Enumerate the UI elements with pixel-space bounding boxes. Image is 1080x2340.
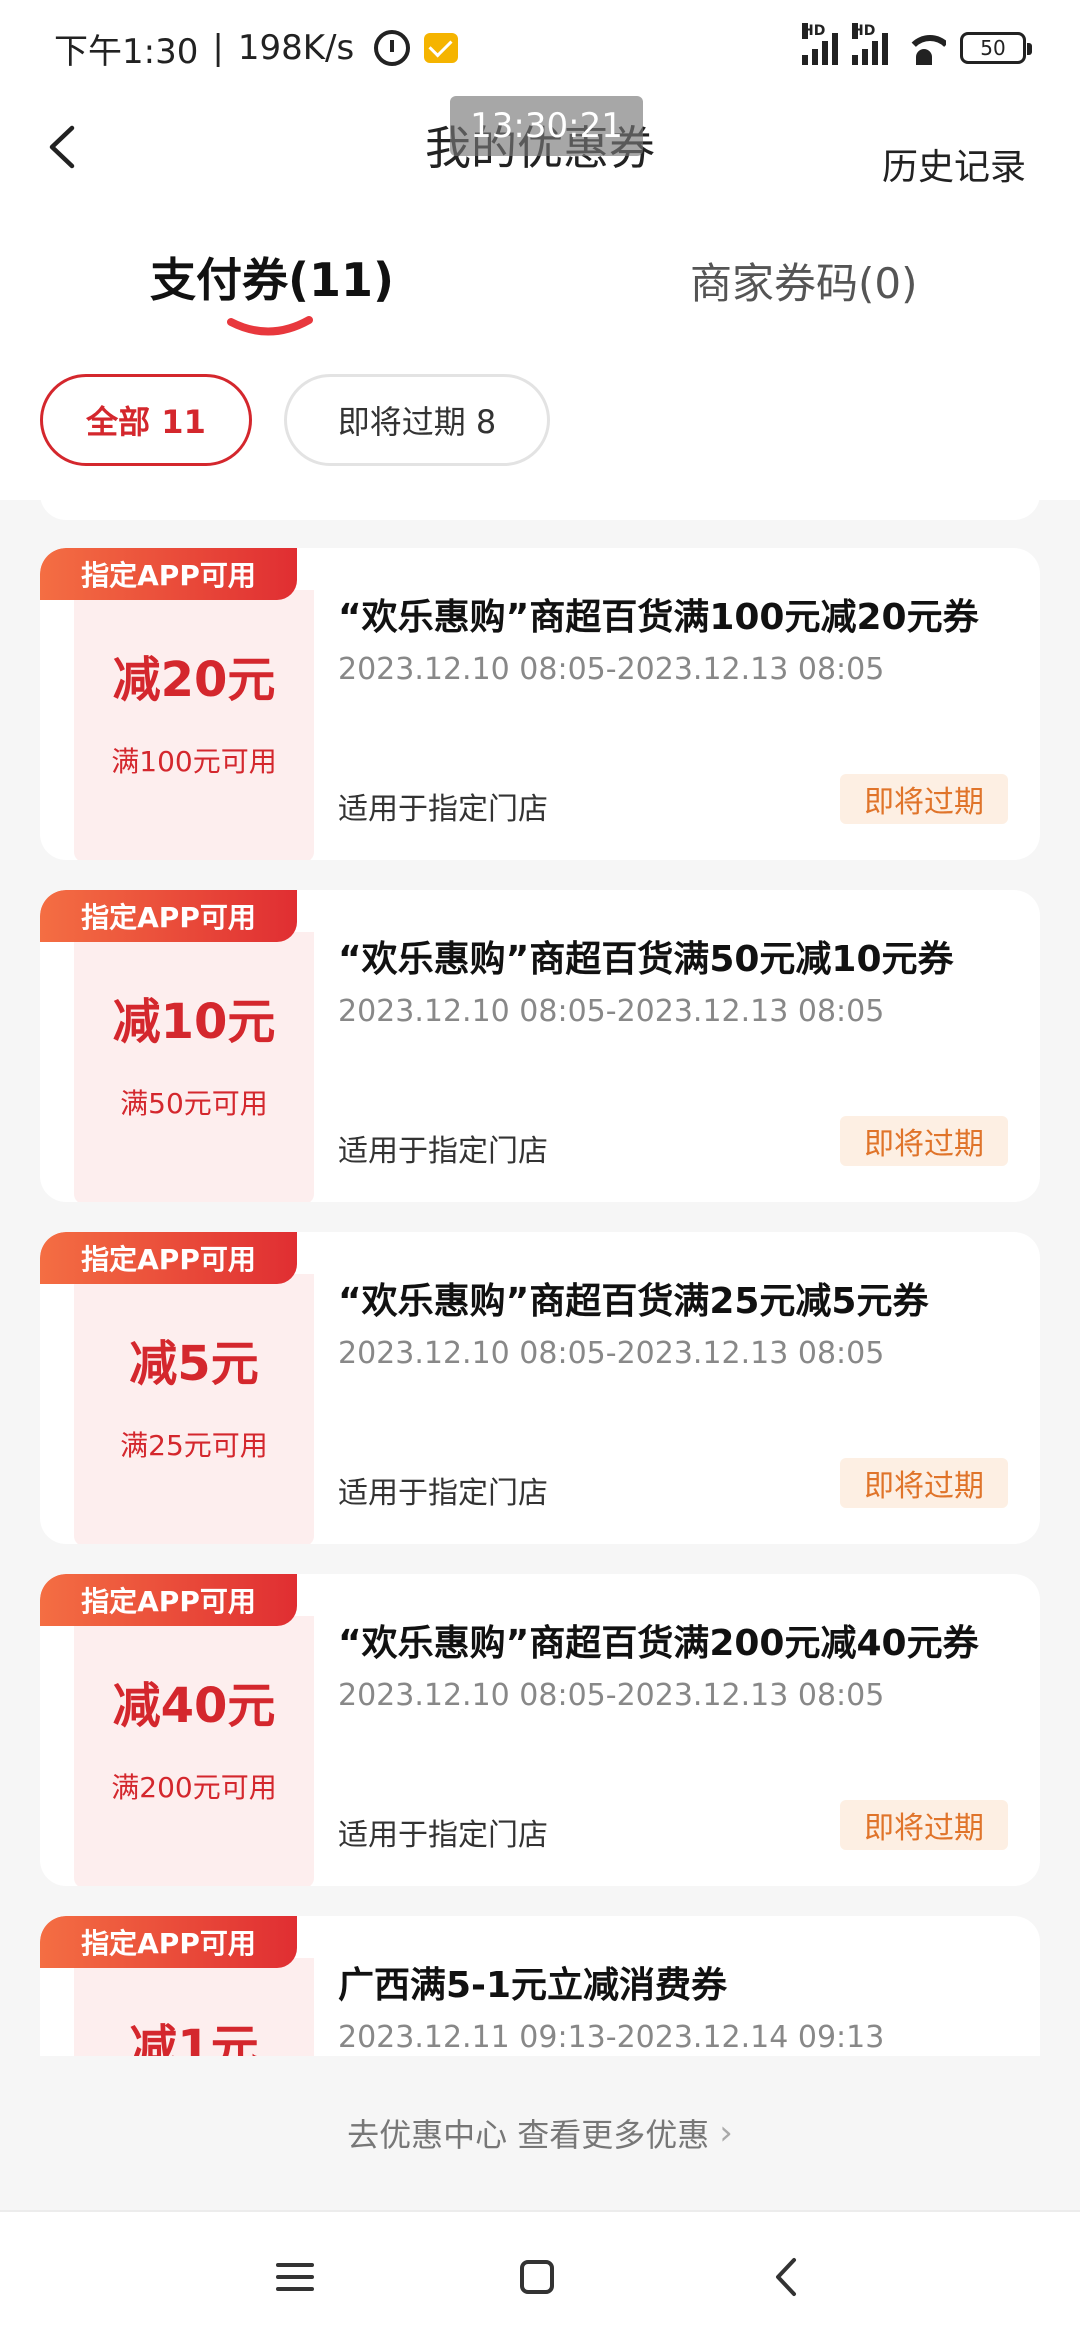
coupon-card[interactable]: 减40元 满200元可用 指定APP可用 “欢乐惠购”商超百货满200元减40元… bbox=[40, 1574, 1040, 1886]
coupon-threshold: 满100元可用 bbox=[111, 745, 277, 778]
coupon-card[interactable]: 减20元 满100元可用 指定APP可用 “欢乐惠购”商超百货满100元减20元… bbox=[40, 548, 1040, 860]
home-icon[interactable] bbox=[512, 2252, 562, 2302]
coupon-amount: 减20元 bbox=[112, 652, 276, 708]
coupon-expiring-badge: 即将过期 bbox=[840, 1458, 1008, 1508]
coupon-card-partial bbox=[40, 500, 1040, 520]
more-offers-link[interactable]: 去优惠中心 查看更多优惠 › bbox=[0, 2056, 1080, 2210]
coupon-expiring-badge: 即将过期 bbox=[840, 1116, 1008, 1166]
coupon-value-panel: 减1元 bbox=[74, 1958, 314, 2056]
coupon-amount: 减5元 bbox=[129, 1336, 259, 1392]
chevron-right-icon: › bbox=[719, 2113, 733, 2153]
coupon-validity: 2023.12.10 08:05-2023.12.13 08:05 bbox=[338, 1336, 885, 1371]
coupon-scope: 适用于指定门店 bbox=[338, 1476, 548, 1511]
coupon-validity: 2023.12.10 08:05-2023.12.13 08:05 bbox=[338, 994, 885, 1029]
coupon-validity: 2023.12.10 08:05-2023.12.13 08:05 bbox=[338, 1678, 885, 1713]
menu-icon[interactable] bbox=[270, 2252, 320, 2302]
nav-back-icon[interactable] bbox=[762, 2252, 812, 2302]
coupon-amount: 减40元 bbox=[112, 1678, 276, 1734]
alarm-icon bbox=[374, 30, 411, 66]
tab-merchant-codes[interactable]: 商家券码(0) bbox=[690, 250, 918, 311]
tab-bar: 支付券(11) 商家券码(0) bbox=[0, 230, 1080, 350]
coupon-scope: 适用于指定门店 bbox=[338, 1818, 548, 1853]
filter-expiring-chip[interactable]: 即将过期 8 bbox=[284, 374, 550, 466]
coupon-value-panel: 减40元 满200元可用 bbox=[74, 1616, 314, 1886]
coupon-validity: 2023.12.11 09:13-2023.12.14 09:13 bbox=[338, 2020, 885, 2055]
coupon-title: “欢乐惠购”商超百货满100元减20元券 bbox=[338, 597, 979, 638]
coupon-expiring-badge: 即将过期 bbox=[840, 774, 1008, 824]
coupon-card[interactable]: 减1元 指定APP可用 广西满5-1元立减消费券 2023.12.11 09:1… bbox=[40, 1916, 1040, 2056]
coupon-list[interactable]: 减20元 满100元可用 指定APP可用 “欢乐惠购”商超百货满100元减20元… bbox=[0, 500, 1080, 2056]
coupon-threshold: 满200元可用 bbox=[111, 1771, 277, 1804]
status-bar: 下午1:30 | 198K/s HD HD 50 bbox=[0, 0, 1080, 96]
tab-active-indicator bbox=[227, 316, 313, 336]
coupon-title: 广西满5-1元立减消费券 bbox=[338, 1965, 728, 2006]
more-offers-label: 去优惠中心 查看更多优惠 bbox=[347, 2116, 710, 2154]
coupon-expiring-badge: 即将过期 bbox=[840, 1800, 1008, 1850]
battery-icon: 50 bbox=[960, 32, 1032, 64]
coupon-scope: 适用于指定门店 bbox=[338, 1134, 548, 1169]
status-separator: | bbox=[212, 28, 224, 68]
signal-icon: HD bbox=[802, 23, 838, 65]
message-icon bbox=[424, 33, 459, 63]
coupon-value-panel: 减20元 满100元可用 bbox=[74, 590, 314, 860]
coupon-scope: 适用于指定门店 bbox=[338, 792, 548, 827]
hd-label-2: HD bbox=[852, 23, 876, 39]
coupon-title: “欢乐惠购”商超百货满50元减10元券 bbox=[338, 939, 954, 980]
coupon-tag: 指定APP可用 bbox=[40, 1232, 297, 1284]
coupon-card[interactable]: 减10元 满50元可用 指定APP可用 “欢乐惠购”商超百货满50元减10元券 … bbox=[40, 890, 1040, 1202]
coupon-amount: 减10元 bbox=[112, 994, 276, 1050]
system-nav-bar bbox=[0, 2210, 1080, 2340]
filter-bar: 全部 11 即将过期 8 bbox=[0, 350, 1080, 500]
coupon-card[interactable]: 减5元 满25元可用 指定APP可用 “欢乐惠购”商超百货满25元减5元券 20… bbox=[40, 1232, 1040, 1544]
status-time: 下午1:30 bbox=[54, 31, 199, 72]
tab-payment-coupons[interactable]: 支付券(11) bbox=[150, 244, 394, 310]
coupon-tag: 指定APP可用 bbox=[40, 548, 297, 600]
coupon-title: “欢乐惠购”商超百货满200元减40元券 bbox=[338, 1623, 979, 1664]
coupon-title: “欢乐惠购”商超百货满25元减5元券 bbox=[338, 1281, 929, 1322]
coupon-value-panel: 减5元 满25元可用 bbox=[74, 1274, 314, 1544]
status-right: HD HD 50 bbox=[802, 23, 1032, 65]
coupon-tag: 指定APP可用 bbox=[40, 1574, 297, 1626]
time-overlay: 13:30:21 bbox=[450, 96, 643, 156]
status-left: 下午1:30 | 198K/s bbox=[54, 24, 459, 73]
coupon-value-panel: 减10元 满50元可用 bbox=[74, 932, 314, 1202]
header: 我的优惠券 13:30:21 历史记录 bbox=[0, 96, 1080, 246]
status-net-speed: 198K/s bbox=[237, 28, 355, 68]
coupon-tag: 指定APP可用 bbox=[40, 1916, 297, 1968]
coupon-threshold: 满25元可用 bbox=[120, 1429, 268, 1462]
history-link[interactable]: 历史记录 bbox=[882, 138, 1026, 190]
coupon-tag: 指定APP可用 bbox=[40, 890, 297, 942]
wifi-icon bbox=[902, 31, 946, 65]
hd-label: HD bbox=[802, 23, 826, 39]
coupon-threshold: 满50元可用 bbox=[120, 1087, 268, 1120]
screen: 下午1:30 | 198K/s HD HD 50 我的优惠券 13:30:21 … bbox=[0, 0, 1080, 2340]
coupon-amount: 减1元 bbox=[129, 2020, 259, 2056]
signal-icon-2: HD bbox=[852, 23, 888, 65]
filter-all-chip[interactable]: 全部 11 bbox=[40, 374, 252, 466]
coupon-validity: 2023.12.10 08:05-2023.12.13 08:05 bbox=[338, 652, 885, 687]
